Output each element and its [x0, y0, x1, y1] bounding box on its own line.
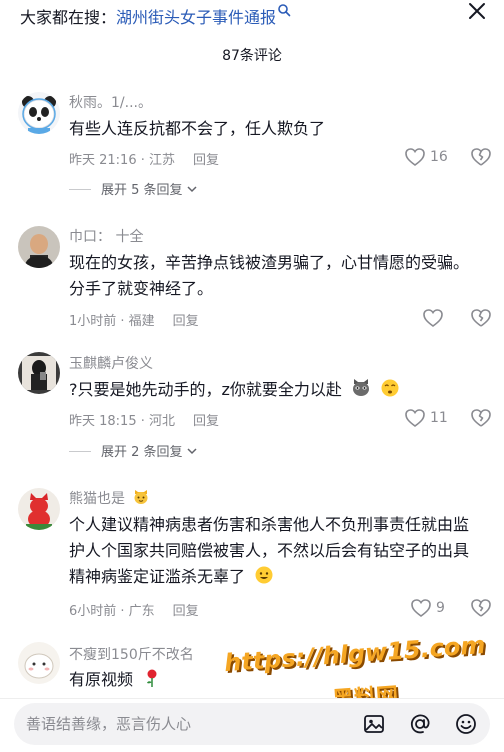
comment-input-bar: [0, 698, 504, 752]
expand-replies-button[interactable]: 展开 2 条回复: [69, 441, 197, 460]
trending-search-label: 大家都在搜：: [20, 8, 117, 27]
search-icon: [278, 4, 291, 17]
comment-time-location: 昨天 18:15 · 河北: [69, 414, 175, 429]
broken-heart-icon[interactable]: [470, 597, 492, 619]
comment-username[interactable]: 玉麒麟卢俊义: [69, 353, 153, 373]
panda-avatar-icon: [18, 92, 60, 134]
comment-text: ?只要是她先动手的，z你就要全力以赴: [69, 377, 469, 403]
expand-replies-label: 展开 2 条回复: [101, 445, 183, 460]
avatar[interactable]: [18, 352, 60, 394]
reply-button[interactable]: 回复: [173, 604, 199, 619]
emoji-icon[interactable]: [454, 712, 478, 736]
comment-input-container[interactable]: [14, 703, 490, 745]
like-button[interactable]: 9: [410, 598, 445, 618]
cartoon-avatar-icon: [18, 642, 60, 684]
top-bar: 大家都在搜：湖州街头女子事件通报: [0, 0, 504, 30]
heart-icon: [405, 409, 425, 427]
close-icon[interactable]: [466, 0, 488, 22]
reply-button[interactable]: 回复: [193, 153, 219, 168]
divider: [69, 451, 91, 452]
comment-text: 有原视频: [69, 667, 469, 693]
heart-icon: [405, 148, 425, 166]
broken-heart-icon[interactable]: [470, 146, 492, 168]
comment-time-location: 昨天 21:16 · 江苏: [69, 153, 175, 168]
like-count: 11: [430, 410, 448, 426]
reply-button[interactable]: 回复: [173, 314, 199, 329]
comment-meta: 6小时前 · 广东 回复: [69, 600, 199, 619]
comment-text-content: 有原视频: [69, 670, 134, 689]
comment-text-content: ?只要是她先动手的，z你就要全力以赴: [69, 380, 342, 399]
comment-username-text: 熊猫也是: [69, 491, 125, 507]
like-button[interactable]: 11: [404, 408, 448, 428]
heart-icon: [411, 599, 431, 617]
avatar[interactable]: [18, 488, 60, 530]
man-avatar-icon: [18, 226, 60, 268]
trending-search-hint[interactable]: 大家都在搜：湖州街头女子事件通报: [20, 3, 291, 28]
chevron-down-icon: [187, 448, 197, 455]
like-button[interactable]: 16: [404, 147, 448, 167]
comment-count: 87条评论: [222, 48, 282, 64]
comment-meta: 昨天 18:15 · 河北 回复: [69, 410, 219, 429]
trending-search-keyword[interactable]: 湖州街头女子事件通报: [116, 8, 276, 27]
comment-input[interactable]: [26, 712, 326, 736]
like-button[interactable]: [422, 308, 448, 328]
like-count: 9: [436, 600, 445, 616]
comment-username[interactable]: 不瘦到150斤不改名: [69, 644, 194, 664]
comment-time-location: 6小时前 · 广东: [69, 604, 155, 619]
heart-icon: [423, 309, 443, 327]
comment-text: 现在的女孩，辛苦挣点钱被渣男骗了，心甘情愿的受骗。分手了就变神经了。: [69, 253, 470, 298]
smile-emoji-icon: [255, 566, 273, 584]
cat-emoji-icon: [353, 379, 369, 396]
comment-time-location: 1小时前 · 福建: [69, 314, 155, 329]
reply-button[interactable]: 回复: [193, 414, 219, 429]
comment-username[interactable]: 秋雨。1/...。: [69, 92, 152, 112]
comment-meta: 昨天 21:16 · 江苏 回复: [69, 149, 219, 168]
avatar[interactable]: [18, 92, 60, 134]
at-mention-icon[interactable]: [408, 712, 432, 736]
chevron-down-icon: [187, 186, 197, 193]
comment-username[interactable]: 巾口： 十全: [69, 226, 143, 246]
avatar[interactable]: [18, 642, 60, 684]
avatar[interactable]: [18, 226, 60, 268]
rose-emoji-icon: [147, 669, 157, 687]
divider: [69, 189, 91, 190]
broken-heart-icon[interactable]: [470, 307, 492, 329]
comment-text: 个人建议精神病患者伤害和杀害他人不负刑事责任就由监护人个国家共同赔偿被害人，不然…: [69, 512, 479, 590]
comment-username[interactable]: 熊猫也是: [69, 488, 149, 508]
like-count: 16: [430, 149, 448, 165]
cat-face-emoji-icon: [134, 490, 148, 504]
comment-meta: 1小时前 · 福建 回复: [69, 310, 199, 329]
image-icon[interactable]: [362, 712, 386, 736]
expand-replies-label: 展开 5 条回复: [101, 183, 183, 198]
expand-replies-button[interactable]: 展开 5 条回复: [69, 179, 197, 198]
red-cat-avatar-icon: [18, 488, 60, 530]
face-emoji-icon: [381, 379, 399, 397]
broken-heart-icon[interactable]: [470, 407, 492, 429]
comment-text: 有些人连反抗都不会了，任人欺负了: [69, 119, 326, 138]
person-avatar-icon: [18, 352, 60, 394]
